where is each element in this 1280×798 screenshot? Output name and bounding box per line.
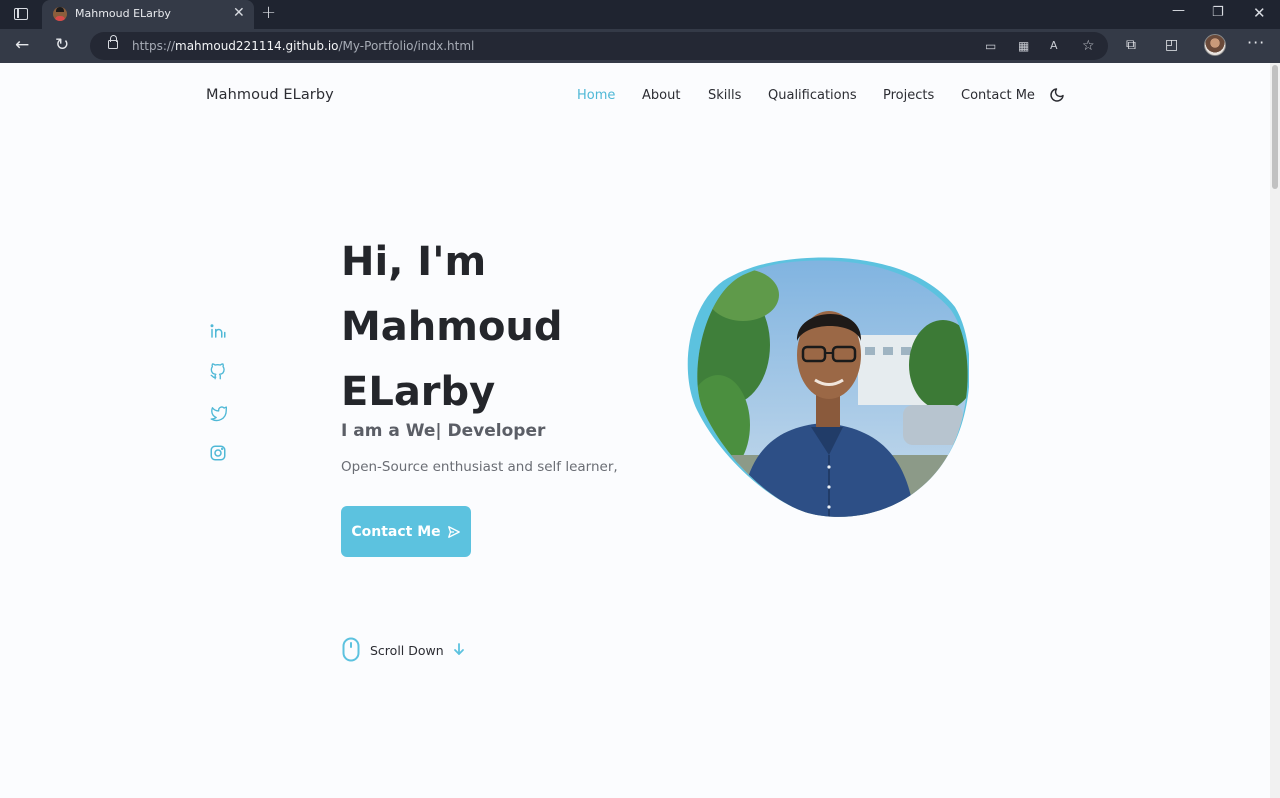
edge-bar-icon[interactable]: ◰ xyxy=(1165,36,1178,54)
hero-title-line1: Hi, I'm xyxy=(341,239,487,285)
tab-close-icon[interactable]: ✕ xyxy=(233,5,245,21)
moon-icon[interactable] xyxy=(1049,87,1065,103)
address-bar: ← ↻ https://mahmoud221114.github.io/My-P… xyxy=(0,29,1280,63)
immersive-reader-icon[interactable]: ▭ xyxy=(985,38,996,54)
profile-avatar[interactable] xyxy=(1204,34,1226,56)
hero-subtitle: I am a We| Developer xyxy=(341,421,546,441)
browser-tab[interactable]: Mahmoud ELarby ✕ xyxy=(42,0,254,29)
nav-qualifications[interactable]: Qualifications xyxy=(768,88,857,103)
contact-me-label: Contact Me xyxy=(351,523,441,540)
qr-code-icon[interactable]: ▦ xyxy=(1018,38,1029,54)
scroll-down-link[interactable]: Scroll Down xyxy=(370,643,444,658)
nav-projects[interactable]: Projects xyxy=(883,88,934,103)
lock-icon[interactable] xyxy=(108,35,118,49)
hero-title-line2: Mahmoud xyxy=(341,304,563,350)
tab-title: Mahmoud ELarby xyxy=(75,7,171,20)
site-logo[interactable]: Mahmoud ELarby xyxy=(206,87,334,103)
hero-description: Open-Source enthusiast and self learner, xyxy=(341,459,618,475)
tab-favicon-icon xyxy=(53,7,67,21)
mouse-icon[interactable] xyxy=(342,637,360,662)
more-options-icon[interactable]: ··· xyxy=(1247,34,1265,52)
nav-skills[interactable]: Skills xyxy=(708,88,741,103)
url-field[interactable]: https://mahmoud221114.github.io/My-Portf… xyxy=(90,32,1108,60)
minimize-icon[interactable]: — xyxy=(1172,3,1185,19)
new-tab-icon[interactable]: + xyxy=(261,3,276,23)
back-icon[interactable]: ← xyxy=(15,34,29,56)
instagram-icon[interactable] xyxy=(209,444,227,462)
hero-title-line3: ELarby xyxy=(341,369,496,415)
restore-icon[interactable]: ❐ xyxy=(1212,5,1224,21)
collections-icon[interactable]: ⧉ xyxy=(1126,36,1136,54)
tab-actions-icon[interactable] xyxy=(14,8,28,20)
twitter-icon[interactable] xyxy=(209,404,227,422)
browser-tab-bar: Mahmoud ELarby ✕ + — ❐ ✕ xyxy=(0,0,1280,29)
linkedin-icon[interactable] xyxy=(209,322,227,340)
read-aloud-icon[interactable]: A xyxy=(1050,38,1058,54)
send-icon xyxy=(447,525,460,538)
page-viewport: Mahmoud ELarby Home About Skills Qualifi… xyxy=(0,63,1270,798)
arrow-down-icon[interactable] xyxy=(453,642,465,656)
favorite-star-icon[interactable]: ☆ xyxy=(1082,38,1095,54)
scrollbar-thumb[interactable] xyxy=(1272,65,1278,189)
nav-about[interactable]: About xyxy=(642,88,680,103)
profile-photo xyxy=(687,257,969,517)
github-icon[interactable] xyxy=(209,363,227,381)
nav-home[interactable]: Home xyxy=(577,88,615,103)
nav-contact[interactable]: Contact Me xyxy=(961,88,1035,103)
hero-title: Hi, I'm Mahmoud ELarby xyxy=(341,230,661,425)
url-text[interactable]: https://mahmoud221114.github.io/My-Portf… xyxy=(132,39,474,53)
reload-icon[interactable]: ↻ xyxy=(55,34,69,56)
close-window-icon[interactable]: ✕ xyxy=(1253,5,1266,21)
page-scrollbar[interactable] xyxy=(1270,63,1280,798)
contact-me-button[interactable]: Contact Me xyxy=(341,506,471,557)
